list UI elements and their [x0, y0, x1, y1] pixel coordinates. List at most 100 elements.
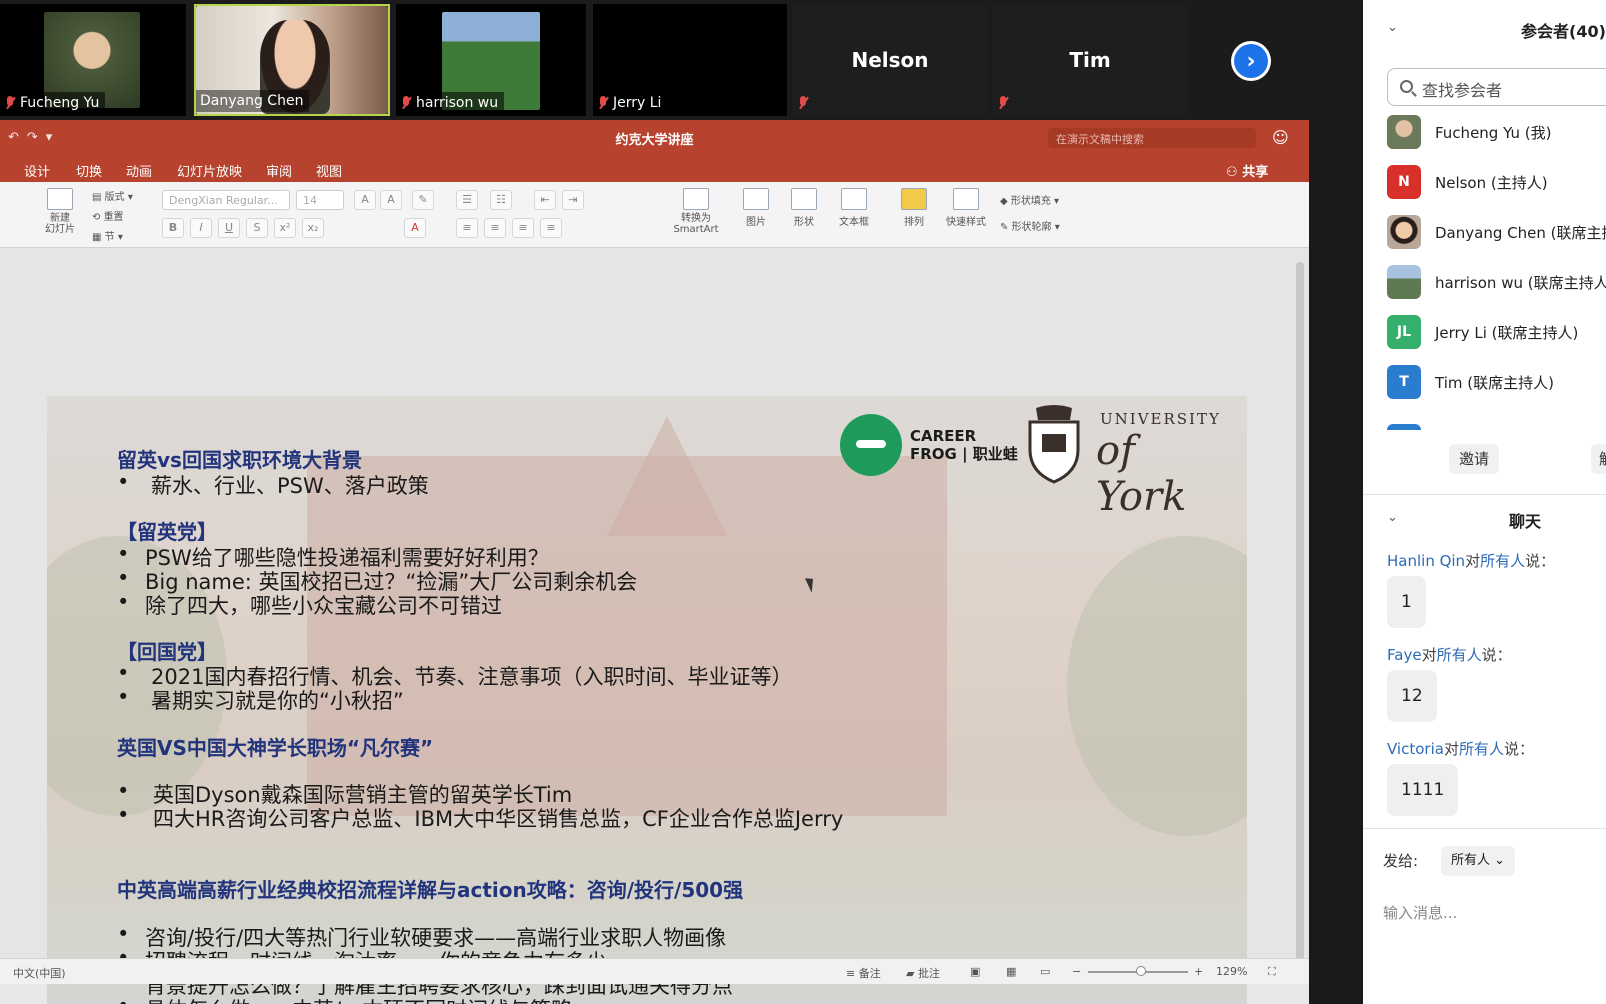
numbering-button[interactable]: ☷: [490, 190, 512, 210]
video-tile-harrison[interactable]: harrison wu: [396, 4, 586, 116]
shape-fill-button[interactable]: ◆ 形状填充 ▾: [1000, 192, 1059, 207]
slide-bullet: 四大HR咨询公司客户总监、IBM大中华区销售总监，CF企业合作总监Jerry: [117, 803, 843, 833]
convert-smartart-button[interactable]: 转换为 SmartArt: [672, 188, 720, 235]
shrink-font-button[interactable]: A: [380, 190, 402, 210]
tile-name-bar: harrison wu: [396, 92, 505, 114]
tab-animations[interactable]: 动画: [126, 161, 152, 180]
career-frog-icon: [840, 414, 902, 476]
ribbon-tabs: 设计 切换 动画 幻灯片放映 审阅 视图 ⚇ 共享: [0, 156, 1309, 182]
participant-search-input[interactable]: 查找参会者: [1387, 68, 1606, 106]
justify-button[interactable]: ≡: [540, 218, 562, 238]
feedback-smiley-icon[interactable]: ☺: [1272, 128, 1289, 147]
layout-button[interactable]: ▤ 版式 ▾: [92, 188, 133, 203]
send-to-select[interactable]: 所有人 ⌄: [1441, 846, 1516, 876]
zoom-out-button[interactable]: −: [1072, 965, 1081, 978]
tile-name-bar: Fucheng Yu: [0, 92, 106, 114]
vertical-scrollbar[interactable]: [1296, 262, 1304, 962]
participant-row[interactable]: T Tim (联席主持人): [1387, 364, 1606, 400]
tab-slideshow[interactable]: 幻灯片放映: [177, 161, 242, 180]
share-button[interactable]: ⚇ 共享: [1226, 161, 1268, 180]
quick-styles-icon: [953, 188, 979, 210]
notes-button[interactable]: ≡ 备注: [846, 965, 881, 981]
participant-row[interactable]: Danyang Chen (联席主持: [1387, 214, 1606, 250]
collapse-participants-icon[interactable]: ⌄: [1387, 20, 1398, 35]
zoom-meeting-window: Fucheng Yu Danyang Chen harrison wu Jerr…: [0, 0, 1606, 1004]
mic-muted-icon: [997, 96, 1009, 110]
chat-sender-line: Faye对所有人说：: [1387, 646, 1512, 664]
picture-icon: [743, 188, 769, 210]
shape-outline-button[interactable]: ✎ 形状轮廓 ▾: [1000, 218, 1060, 233]
chat-message-input[interactable]: 输入消息...: [1383, 902, 1457, 923]
font-name-select[interactable]: DengXian Regular...: [162, 190, 290, 210]
slide-canvas: CAREER FROG | 职业蛙 UNIVERSITY of York 留英v…: [0, 248, 1309, 1004]
clear-format-button[interactable]: ✎: [412, 190, 434, 210]
picture-button[interactable]: 图片: [738, 188, 774, 228]
slide-heading-5: 中英高端高薪行业经典校招流程详解与action攻略：咨询/投行/500强: [117, 878, 744, 902]
unmute-all-button[interactable]: 解: [1591, 444, 1606, 474]
next-page-button[interactable]: ›: [1231, 41, 1271, 81]
new-slide-button[interactable]: 新建 幻灯片: [40, 188, 80, 235]
subscript-button[interactable]: x₂: [302, 218, 324, 238]
ppt-search-input[interactable]: 在演示文稿中搜索: [1048, 128, 1256, 148]
tile-name-bar: [793, 92, 815, 114]
align-right-button[interactable]: ≡: [512, 218, 534, 238]
zoom-in-button[interactable]: +: [1194, 965, 1203, 978]
tab-design[interactable]: 设计: [24, 161, 50, 180]
shape-button[interactable]: 形状: [786, 188, 822, 228]
zoom-slider-knob[interactable]: [1136, 966, 1146, 976]
video-tile-fucheng[interactable]: Fucheng Yu: [0, 4, 186, 116]
italic-button[interactable]: I: [190, 218, 212, 238]
video-tile-tim[interactable]: Tim: [993, 4, 1187, 116]
chat-message: 1111: [1387, 764, 1459, 816]
slide-sorter-icon[interactable]: ▦: [1006, 965, 1016, 978]
slide-heading-4: 英国VS中国大神学长职场“凡尔赛”: [117, 736, 434, 760]
increase-indent-button[interactable]: ⇥: [562, 190, 584, 210]
strikethrough-button[interactable]: S: [246, 218, 268, 238]
zoom-level[interactable]: 129%: [1216, 965, 1247, 978]
side-panel: ⌄ 参会者(40) 查找参会者 Fucheng Yu (我) N Nelson …: [1363, 0, 1606, 1004]
presenter-view-icon[interactable]: ▭: [1040, 965, 1050, 978]
arrange-icon: [901, 188, 927, 210]
tab-review[interactable]: 审阅: [266, 161, 292, 180]
superscript-button[interactable]: x²: [274, 218, 296, 238]
avatar: [1387, 115, 1421, 149]
participant-row[interactable]: N Nelson (主持人): [1387, 164, 1606, 200]
video-tile-danyang[interactable]: Danyang Chen: [194, 4, 390, 116]
invite-button[interactable]: 邀请: [1449, 444, 1499, 474]
align-center-button[interactable]: ≡: [484, 218, 506, 238]
font-size-select[interactable]: 14: [296, 190, 344, 210]
bullets-button[interactable]: ☰: [456, 190, 478, 210]
fit-slide-icon[interactable]: ⛶: [1268, 965, 1276, 979]
york-crest-icon: [1028, 405, 1080, 484]
participant-row[interactable]: Fucheng Yu (我): [1387, 114, 1606, 150]
send-to-label: 发给:: [1383, 852, 1419, 870]
slide-heading-1: 留英vs回国求职环境大背景: [117, 448, 362, 472]
tab-view[interactable]: 视图: [316, 161, 342, 180]
video-tile-jerry[interactable]: Jerry Li: [593, 4, 787, 116]
video-tile-nelson[interactable]: Nelson: [793, 4, 987, 116]
quick-styles-button[interactable]: 快速样式: [942, 188, 990, 228]
align-left-button[interactable]: ≡: [456, 218, 478, 238]
bold-button[interactable]: B: [162, 218, 184, 238]
font-color-button[interactable]: A: [404, 218, 426, 238]
comments-button[interactable]: ▰ 批注: [906, 965, 940, 981]
search-icon: [1400, 80, 1413, 93]
slide[interactable]: CAREER FROG | 职业蛙 UNIVERSITY of York 留英v…: [47, 396, 1247, 1004]
slide-bullet: 薪水、行业、PSW、落户政策: [117, 470, 429, 500]
chat-message: 1: [1387, 576, 1426, 628]
underline-button[interactable]: U: [218, 218, 240, 238]
participant-row[interactable]: harrison wu (联席主持人: [1387, 264, 1606, 300]
ribbon-toolbar: 新建 幻灯片 ▤ 版式 ▾ ⟲ 重置 ▦ 节 ▾ DengXian Regula…: [0, 182, 1309, 248]
section-button[interactable]: ▦ 节 ▾: [92, 228, 123, 243]
collapse-chat-icon[interactable]: ⌄: [1387, 510, 1398, 525]
reset-button[interactable]: ⟲ 重置: [92, 208, 124, 223]
tab-transitions[interactable]: 切换: [76, 161, 102, 180]
textbox-button[interactable]: 文本框: [834, 188, 874, 228]
grow-font-button[interactable]: A: [354, 190, 376, 210]
decrease-indent-button[interactable]: ⇤: [534, 190, 556, 210]
avatar-partial: [1387, 424, 1421, 430]
tile-name-bar: Jerry Li: [593, 92, 668, 114]
normal-view-icon[interactable]: ▣: [970, 965, 980, 978]
arrange-button[interactable]: 排列: [896, 188, 932, 228]
participant-row[interactable]: JL Jerry Li (联席主持人): [1387, 314, 1606, 350]
